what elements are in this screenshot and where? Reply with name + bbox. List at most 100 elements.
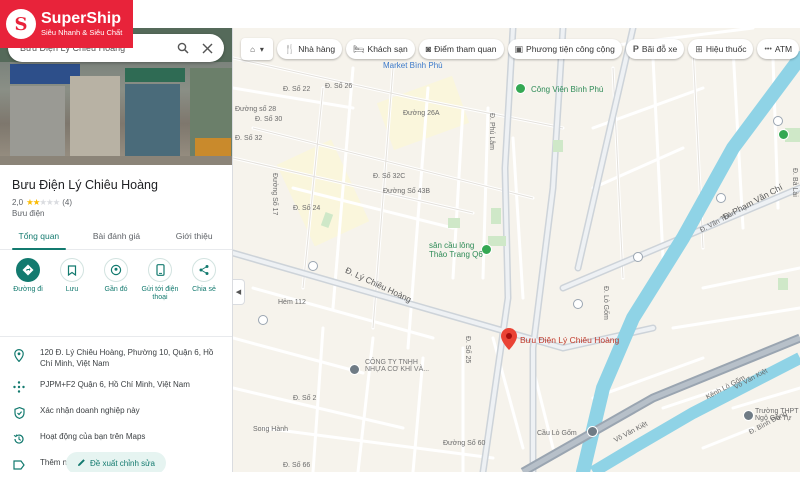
plus-code-icon: [12, 380, 26, 394]
bridge-pin-icon[interactable]: [587, 426, 598, 437]
chevron-down-icon: ▾: [259, 44, 264, 54]
map-label-market: Market Bình Phú: [383, 61, 443, 70]
pharmacy-icon: ⊞: [695, 43, 703, 54]
address-text: 120 Đ. Lý Chiêu Hoàng, Phường 10, Quận 6…: [40, 348, 214, 368]
chip-hotels[interactable]: 🛏 Khách sạn: [346, 39, 415, 59]
map-label-so-25: Đ. Số 25: [464, 336, 471, 364]
save-button[interactable]: Lưu: [52, 258, 92, 303]
bus-icon: ▣: [514, 43, 524, 54]
map-label-so-26: Đ. Số 26: [325, 83, 353, 90]
company-pin-icon[interactable]: [349, 364, 360, 375]
supership-badge-icon: S: [6, 9, 36, 39]
address-row[interactable]: 120 Đ. Lý Chiêu Hoàng, Phường 10, Quận 6…: [0, 348, 232, 370]
atm-icon: •••: [764, 45, 772, 53]
bookmark-icon: [60, 258, 84, 282]
plus-code-text: PJPM+F2 Quận 6, Hồ Chí Minh, Việt Nam: [40, 379, 190, 389]
map-label-bridge: Cầu Lò Gốm: [537, 430, 577, 437]
pencil-icon: [77, 458, 86, 469]
parking-icon: P: [632, 44, 639, 54]
suggest-edit-button[interactable]: Đề xuất chỉnh sửa: [66, 452, 166, 472]
map-label-court: sân cầu lông Thảo Trang Q6: [429, 241, 483, 259]
map-label-so-43b: Đường Số 43B: [383, 188, 431, 195]
map-roads: [233, 28, 800, 472]
map-label-song-hanh: Song Hành: [253, 426, 289, 433]
map-label-so-60: Đường Số 60: [443, 440, 486, 447]
place-category[interactable]: Bưu điện: [12, 209, 45, 218]
map-label-park: Công Viên Bình Phú: [531, 85, 604, 94]
chip-label: Nhà hàng: [298, 44, 336, 54]
selected-place-pin-icon[interactable]: [501, 328, 517, 350]
directions-icon: [16, 258, 40, 282]
plus-code-row[interactable]: PJPM+F2 Quận 6, Hồ Chí Minh, Việt Nam: [0, 379, 232, 394]
restaurant-icon: 🍴: [284, 43, 296, 54]
action-label: Đường đi: [13, 286, 43, 293]
claim-business-row[interactable]: Xác nhận doanh nghiệp này: [0, 405, 232, 420]
map-canvas[interactable]: Market Bình Phú Công Viên Bình Phú sân c…: [233, 28, 800, 472]
chip-restaurants[interactable]: 🍴 Nhà hàng: [277, 39, 343, 59]
phone-icon: [148, 258, 172, 282]
tab-reviews[interactable]: Bài đánh giá: [78, 226, 156, 249]
map-label-so-32: Đ. Số 32: [235, 135, 263, 142]
map-label-so-66: Đ. Số 66: [283, 462, 311, 469]
tab-about[interactable]: Giới thiệu: [155, 226, 232, 249]
chip-transit[interactable]: ▣ Phương tiện công cộng: [507, 39, 622, 59]
logo-slogan: Siêu Nhanh & Siêu Chất: [41, 28, 123, 37]
suggest-edit-label: Đề xuất chỉnh sửa: [90, 458, 155, 468]
share-button[interactable]: Chia sẻ: [184, 258, 224, 303]
map-label-phu-lam: Đ. Phú Lâm: [488, 113, 495, 150]
hotel-icon: 🛏: [353, 43, 365, 54]
claim-business-text: Xác nhận doanh nghiệp này: [40, 405, 140, 415]
chip-attractions[interactable]: ◙ Điểm tham quan: [418, 39, 504, 59]
rating-stars-icon: ★★★★★: [26, 197, 60, 207]
rating-row[interactable]: 2,0 ★★★★★ (4): [12, 197, 72, 208]
chip-label: ATM: [774, 44, 793, 54]
chip-label: Khách sạn: [367, 44, 408, 54]
history-icon: [12, 432, 26, 446]
category-chips: ⌂ ▾ 🍴 Nhà hàng 🛏 Khách sạn ◙ Điểm tham q…: [241, 38, 800, 60]
action-label: Chia sẻ: [192, 286, 216, 293]
place-panel: Bưu Điện Lý Chiêu Hoàng 2,0 ★★★★★ (4) Bư…: [0, 28, 233, 472]
nearby-button[interactable]: Gần đó: [96, 258, 136, 303]
map-label-so-30: Đ. Số 30: [255, 116, 283, 123]
map-label-so-22: Đ. Số 22: [283, 86, 311, 93]
location-icon: [12, 348, 26, 362]
maps-activity-text: Hoạt động của bạn trên Maps: [40, 431, 146, 441]
label-icon: [12, 458, 26, 472]
logo-brand: SuperShip: [41, 10, 122, 27]
school-pin-icon[interactable]: [743, 410, 754, 421]
maps-activity-row[interactable]: Hoạt động của bạn trên Maps: [0, 431, 232, 446]
supership-logo: S SuperShip Siêu Nhanh & Siêu Chất: [0, 0, 133, 48]
tab-overview[interactable]: Tổng quan: [0, 226, 78, 250]
chip-parking[interactable]: P Bãi đỗ xe: [625, 39, 685, 59]
send-to-phone-button[interactable]: Gửi tới điện thoại: [140, 258, 180, 303]
camera-icon: ◙: [425, 44, 432, 54]
map-label-so-2: Đ. Số 2: [293, 395, 317, 402]
share-icon: [192, 258, 216, 282]
collapse-panel-button[interactable]: ◀: [233, 279, 245, 305]
chip-pharmacy[interactable]: ⊞ Hiệu thuốc: [688, 39, 754, 59]
divider: [0, 336, 232, 337]
review-count[interactable]: (4): [62, 198, 72, 207]
map-label-selected-place: Bưu Điện Lý Chiêu Hoàng: [520, 335, 620, 345]
map-label-so-24: Đ. Số 24: [293, 205, 321, 212]
park-pin-icon[interactable]: [515, 83, 526, 94]
directions-button[interactable]: Đường đi: [8, 258, 48, 303]
action-label: Gần đó: [104, 286, 128, 293]
action-buttons: Đường đi Lưu Gần đó Gửi tới điện thoại C…: [8, 258, 224, 303]
chip-atm[interactable]: ••• ATM: [757, 39, 800, 59]
chevron-left-icon: ◀: [235, 289, 242, 296]
action-label: Gửi tới điện thoại: [141, 286, 179, 302]
green-pin-icon[interactable]: [778, 129, 789, 140]
search-icon[interactable]: [174, 39, 192, 57]
place-tabs: Tổng quan Bài đánh giá Giới thiệu: [0, 226, 232, 250]
map-label-lo-gom: Đ. Lò Gốm: [602, 286, 609, 320]
layers-button[interactable]: ⌂ ▾: [241, 38, 273, 60]
nearby-icon: [104, 258, 128, 282]
map-label-so-28: Đường số 28: [235, 106, 277, 113]
place-title: Bưu Điện Lý Chiêu Hoàng: [12, 178, 158, 192]
map-label-hem-112: Hẻm 112: [278, 299, 306, 306]
map-label-company: CÔNG TY TNHH NHỰA CƠ KHÍ VÀ...: [365, 359, 430, 373]
map-label-so-17: Đường Số 17: [271, 173, 278, 216]
close-icon[interactable]: [198, 39, 216, 57]
map-label-ba-lai: Đ. Bà Lài: [791, 168, 798, 197]
